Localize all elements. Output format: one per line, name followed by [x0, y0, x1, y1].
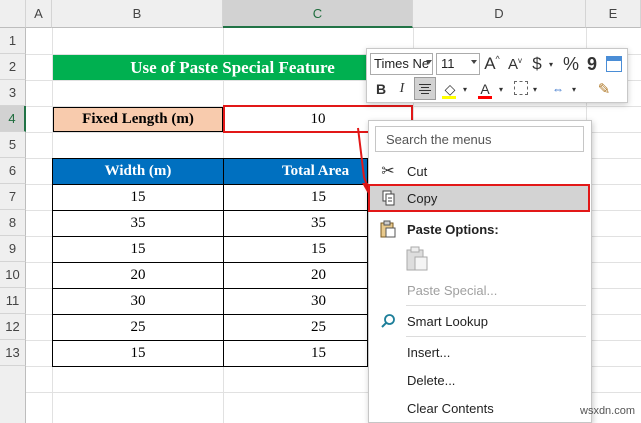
fill-color-bar	[442, 96, 456, 99]
increase-font-size-icon[interactable]: A ^	[482, 53, 502, 75]
menu-item-paste-special[interactable]: Paste Special...	[369, 276, 591, 304]
row-header-2[interactable]: 2	[0, 54, 26, 80]
table-cell[interactable]: 30	[223, 288, 368, 315]
align-center-button[interactable]	[414, 77, 436, 100]
menu-item-cut[interactable]: ✂ Cut	[369, 157, 591, 185]
font-name-dropdown-icon[interactable]	[426, 60, 432, 64]
menu-divider	[406, 336, 586, 337]
column-header-e[interactable]: E	[586, 0, 641, 28]
format-painter-icon[interactable]: ✎	[594, 78, 614, 100]
column-header-b[interactable]: B	[52, 0, 223, 28]
dropdown-arrow-icon[interactable]: ▾	[497, 78, 505, 100]
row-header-9[interactable]: 9	[0, 236, 26, 262]
row-header-6[interactable]: 6	[0, 158, 26, 184]
comma-style-icon[interactable]: 9	[584, 53, 600, 75]
table-cell[interactable]: 30	[52, 288, 224, 315]
font-name-box[interactable]: Times Ne	[370, 53, 433, 75]
table-header-width[interactable]: Width (m)	[52, 158, 224, 185]
column-header-c[interactable]: C	[223, 0, 413, 28]
search-menus-input[interactable]: Search the menus	[375, 126, 584, 152]
paste-icon	[369, 220, 407, 238]
menu-item-paste-options: Paste Options:	[369, 215, 591, 243]
dropdown-arrow-icon[interactable]: ▾	[570, 78, 578, 100]
row-header-14[interactable]	[0, 366, 26, 423]
scissors-icon: ✂	[381, 163, 395, 180]
watermark: wsxdn.com	[580, 405, 636, 417]
table-cell[interactable]: 15	[52, 340, 224, 367]
copy-icon	[369, 190, 407, 206]
table-cell[interactable]: 15	[223, 184, 368, 211]
table-cell[interactable]: 15	[52, 184, 224, 211]
select-all-corner[interactable]	[0, 0, 26, 28]
column-header-a[interactable]: A	[26, 0, 52, 28]
italic-button[interactable]: I	[394, 78, 410, 100]
menu-item-clear-contents[interactable]: Clear Contents	[369, 394, 591, 422]
menu-item-smart-lookup[interactable]: Smart Lookup	[369, 307, 591, 335]
row-header-12[interactable]: 12	[0, 314, 26, 340]
dropdown-arrow-icon[interactable]: ▾	[547, 53, 555, 75]
table-cell[interactable]: 15	[223, 340, 368, 367]
row-header-13[interactable]: 13	[0, 340, 26, 366]
menu-item-delete[interactable]: Delete...	[369, 366, 591, 394]
row-header-5[interactable]: 5	[0, 132, 26, 158]
table-cell[interactable]: 20	[223, 262, 368, 289]
search-menus-placeholder: Search the menus	[386, 132, 492, 147]
table-cell[interactable]: 25	[52, 314, 224, 341]
font-size-value: 11	[441, 56, 455, 71]
row-header-11[interactable]: 11	[0, 288, 26, 314]
search-icon	[369, 313, 407, 329]
font-size-dropdown-icon[interactable]	[471, 60, 477, 64]
paste-clipboard-icon[interactable]	[405, 246, 429, 272]
decrease-font-size-icon[interactable]: Av	[505, 53, 525, 75]
row-header-10[interactable]: 10	[0, 262, 26, 288]
merge-center-icon[interactable]: ⇔	[548, 78, 568, 100]
table-cell[interactable]: 35	[52, 210, 224, 237]
currency-format-icon[interactable]: $	[528, 53, 546, 75]
table-cell[interactable]: 35	[223, 210, 368, 237]
menu-item-insert[interactable]: Insert...	[369, 338, 591, 366]
dropdown-arrow-icon[interactable]: ▾	[531, 78, 539, 100]
dropdown-arrow-icon[interactable]: ▾	[461, 78, 469, 100]
fixed-length-label[interactable]: Fixed Length (m)	[53, 107, 223, 132]
format-table-icon[interactable]	[606, 56, 622, 72]
font-name-value: Times Ne	[374, 56, 430, 71]
table-cell[interactable]: 20	[52, 262, 224, 289]
row-header-4[interactable]: 4	[0, 106, 26, 132]
font-size-box[interactable]: 11	[436, 53, 480, 75]
table-cell[interactable]: 15	[52, 236, 224, 263]
table-cell[interactable]: 25	[223, 314, 368, 341]
percent-style-icon[interactable]: %	[560, 53, 582, 75]
row-header-3[interactable]: 3	[0, 80, 26, 106]
menu-item-copy[interactable]: Copy	[369, 184, 591, 212]
borders-icon[interactable]	[514, 81, 528, 95]
column-header-d[interactable]: D	[413, 0, 586, 28]
row-header-7[interactable]: 7	[0, 184, 26, 210]
font-color-bar	[478, 96, 492, 99]
menu-divider	[406, 305, 586, 306]
row-header-8[interactable]: 8	[0, 210, 26, 236]
sheet-title[interactable]: Use of Paste Special Feature	[53, 55, 412, 80]
bold-button[interactable]: B	[372, 78, 390, 100]
table-header-total-area[interactable]: Total Area	[223, 158, 368, 185]
table-cell[interactable]: 15	[223, 236, 368, 263]
row-header-1[interactable]: 1	[0, 28, 26, 54]
